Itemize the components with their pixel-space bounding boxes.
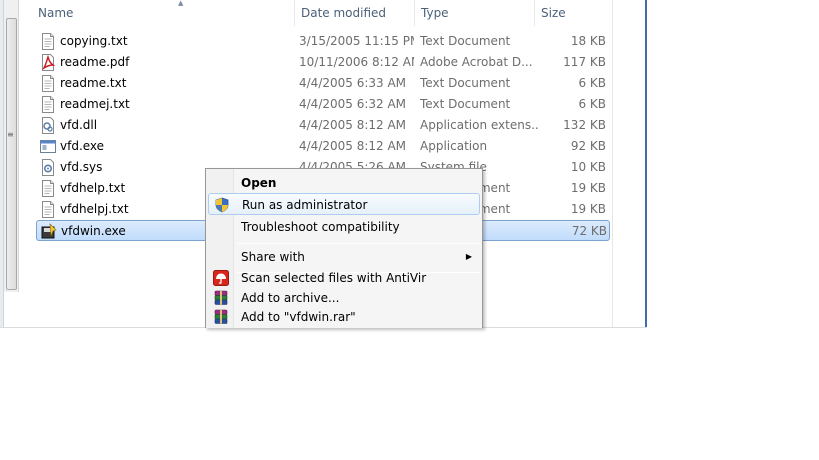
dll-file-icon [40, 117, 56, 134]
menu-item-troubleshoot-label: Troubleshoot compatibility [241, 220, 400, 234]
file-size: 10 KB [570, 160, 606, 174]
file-date-modified: 4/4/2005 6:32 AM [299, 97, 407, 111]
menu-item-open-label: Open [241, 176, 277, 190]
menu-item-run-as-administrator-label: Run as administrator [242, 198, 368, 212]
sort-ascending-icon: ▲ [178, 0, 184, 7]
file-size: 92 KB [570, 139, 606, 153]
file-size: 117 KB [563, 55, 606, 69]
sys-file-icon [40, 159, 56, 176]
file-type: Text Document [420, 97, 511, 111]
file-row[interactable]: readme.pdf 10/11/2006 8:12 AM Adobe Acroba… [36, 52, 610, 73]
menu-separator [237, 243, 480, 244]
column-header-date-label: Date modified [301, 6, 387, 20]
text-file-icon [40, 180, 56, 197]
file-size: 6 KB [578, 97, 606, 111]
menu-item-troubleshoot-compatibility[interactable]: Troubleshoot compatibility [208, 216, 480, 238]
submenu-arrow-icon: ▶ [465, 252, 472, 261]
file-name: readme.txt [60, 76, 127, 90]
file-name: readmej.txt [60, 97, 130, 111]
file-type: Adobe Acrobat D... [420, 55, 533, 69]
file-date-modified: 3/15/2005 11:15 PM [299, 34, 414, 48]
text-file-icon [40, 33, 56, 50]
menu-item-scan-antivir-label: Scan selected files with AntiVir [241, 271, 427, 285]
column-header-date[interactable]: Date modified [294, 0, 414, 26]
file-type: Text Document [420, 76, 511, 90]
file-date-modified: 10/11/2006 8:12 AM [299, 55, 414, 69]
file-type: Application [420, 139, 488, 153]
window-frame-border [645, 0, 647, 327]
column-header-name-label: Name [38, 6, 74, 20]
uac-shield-icon [214, 197, 230, 213]
antivir-umbrella-icon [213, 270, 229, 286]
text-file-icon [40, 75, 56, 92]
column-header-bar: Name ▲ Date modified Type Size [19, 0, 612, 26]
text-file-icon [40, 96, 56, 113]
file-size: 72 KB [571, 224, 607, 238]
file-row[interactable]: vfd.dll 4/4/2005 8:12 AM Application exten… [36, 115, 610, 136]
file-name: readme.pdf [60, 55, 130, 69]
winrar-archive-icon [213, 290, 229, 306]
file-date-modified: 4/4/2005 6:33 AM [299, 76, 407, 90]
column-header-type-label: Type [421, 6, 449, 20]
scrollbar-thumb[interactable] [6, 18, 17, 290]
navigation-pane-scrollbar[interactable]: ≡ [4, 0, 19, 292]
menu-item-share-with[interactable]: Share with ▶ [208, 246, 480, 268]
text-file-icon [40, 201, 56, 218]
scrollbar-grip-icon: ≡ [7, 130, 14, 139]
exe-file-icon [40, 138, 56, 155]
file-name: vfd.exe [60, 139, 105, 153]
file-date-modified: 4/4/2005 8:12 AM [299, 139, 407, 153]
file-row[interactable]: readme.txt 4/4/2005 6:33 AM Text Document 6… [36, 73, 610, 94]
column-header-size-label: Size [541, 6, 566, 20]
file-size: 6 KB [578, 76, 606, 90]
menu-item-scan-antivir[interactable]: Scan selected files with AntiVir [208, 267, 480, 289]
file-row[interactable]: vfd.exe 4/4/2005 8:12 AM Application 92 KB [36, 136, 610, 157]
file-row[interactable]: readmej.txt 4/4/2005 6:32 AM Text Document… [36, 94, 610, 115]
menu-item-open[interactable]: Open [208, 172, 480, 194]
menu-item-share-with-label: Share with [241, 250, 305, 264]
file-size: 19 KB [570, 202, 606, 216]
column-header-name[interactable]: Name [32, 0, 294, 26]
file-size: 19 KB [570, 181, 606, 195]
context-menu: Open Run as administrator Troubleshoot c… [205, 168, 483, 328]
column-header-size[interactable]: Size [534, 0, 612, 26]
menu-item-add-to-rar[interactable]: Add to "vfdwin.rar" [208, 306, 480, 328]
file-size: 132 KB [563, 118, 606, 132]
column-header-type[interactable]: Type [414, 0, 534, 26]
file-name: vfd.dll [60, 118, 98, 132]
window-right-edge [612, 0, 647, 327]
file-type: Text Document [420, 34, 511, 48]
file-date-modified: 4/4/2005 8:12 AM [299, 118, 407, 132]
winrar-archive-icon [213, 309, 229, 325]
menu-item-run-as-administrator[interactable]: Run as administrator [208, 193, 480, 215]
file-size: 18 KB [570, 34, 606, 48]
pdf-file-icon [40, 54, 56, 71]
file-type: Application extens... [420, 118, 538, 132]
file-row[interactable]: copying.txt 3/15/2005 11:15 PM Text Docume… [36, 31, 610, 52]
menu-item-add-to-rar-label: Add to "vfdwin.rar" [241, 310, 356, 324]
vfdwin-app-icon [41, 223, 57, 240]
file-name: copying.txt [60, 34, 128, 48]
